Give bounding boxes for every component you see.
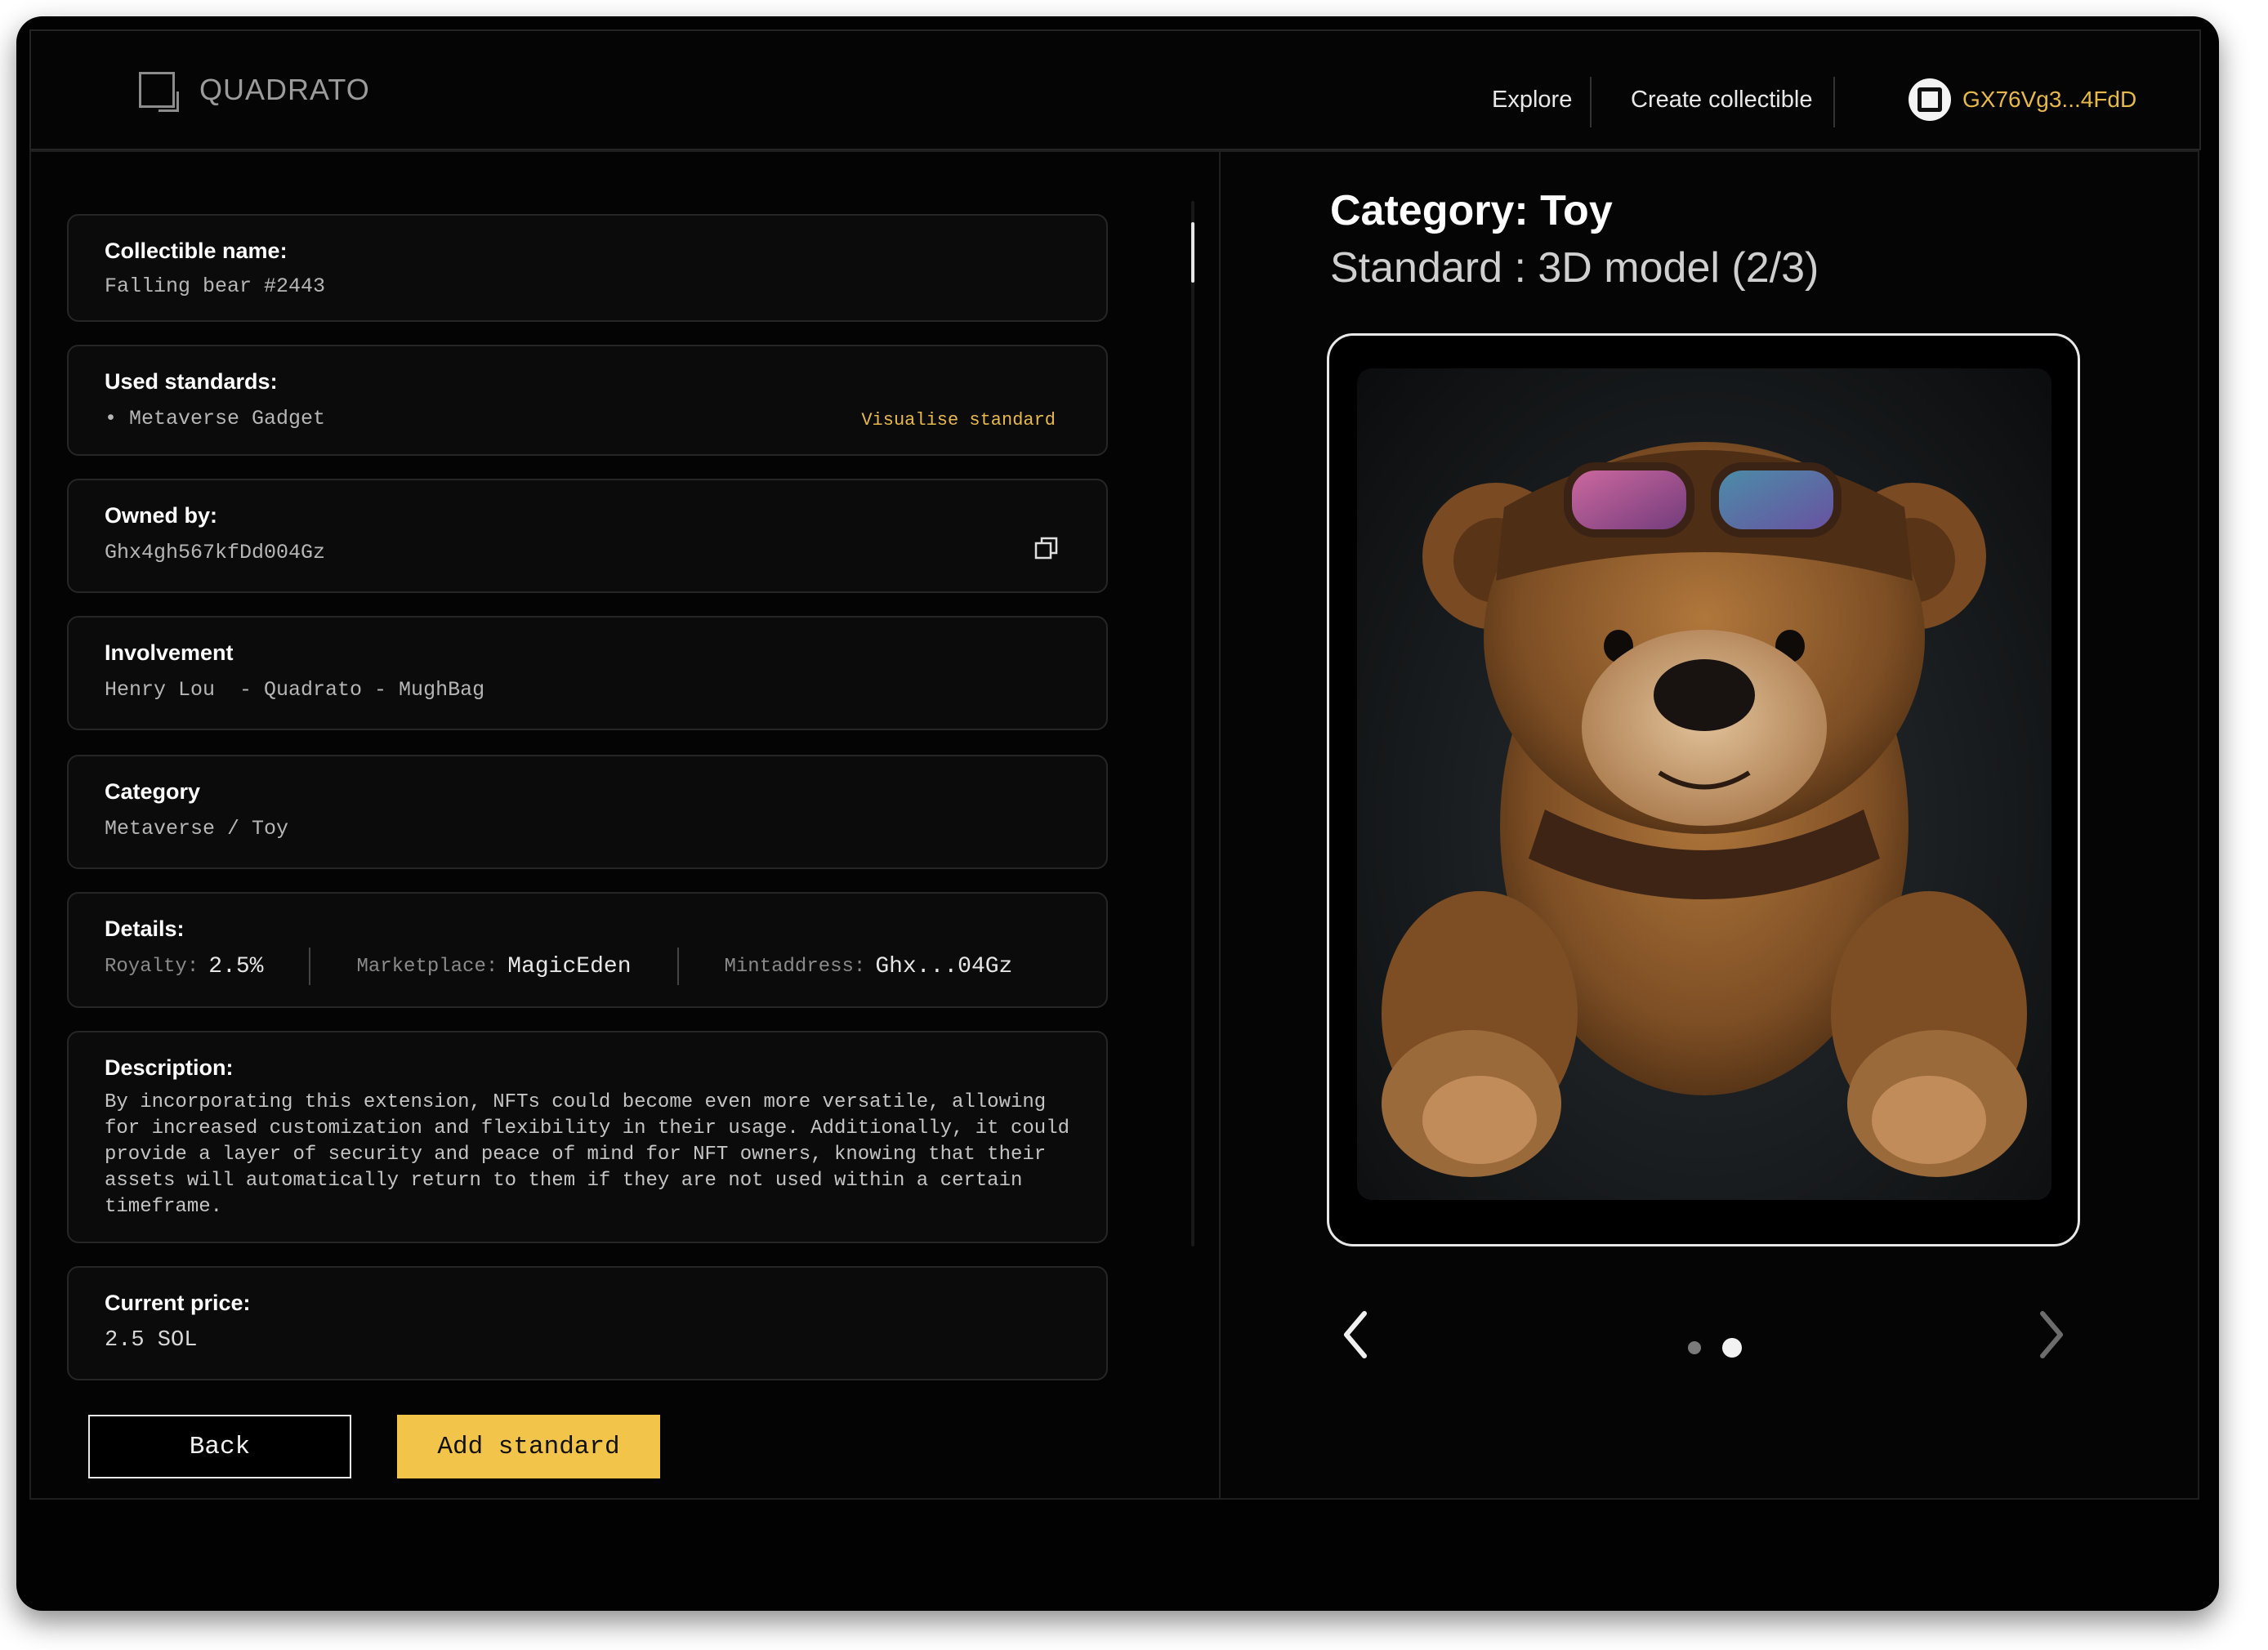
copy-icon[interactable] [1034, 536, 1059, 560]
marketplace-value: MagicEden [507, 953, 632, 979]
wallet-button[interactable]: GX76Vg3...4FdD [1909, 78, 2136, 121]
field-details: Details: Royalty: 2.5% Marketplace: Magi… [67, 892, 1108, 1008]
field-category: Category Metaverse / Toy [67, 755, 1108, 869]
field-label: Involvement [105, 640, 234, 665]
field-value: Falling bear #2443 [105, 274, 326, 298]
mintaddress-label: Mintaddress: [724, 955, 866, 978]
field-value: Metaverse / Toy [105, 817, 289, 841]
field-label: Collectible name: [105, 239, 288, 263]
back-button[interactable]: Back [88, 1415, 351, 1478]
royalty-value: 2.5% [208, 953, 264, 979]
wallet-address: GX76Vg3...4FdD [1962, 87, 2137, 112]
mintaddress-value: Ghx...04Gz [875, 953, 1013, 979]
quadrato-logo-icon [139, 72, 179, 112]
royalty-label: Royalty: [105, 955, 199, 978]
field-label: Details: [105, 916, 185, 941]
chevron-right-icon[interactable] [2038, 1310, 2065, 1359]
nav-divider [1833, 77, 1835, 127]
field-used-standards: Used standards: • Metaverse Gadget Visua… [67, 345, 1108, 456]
visualise-standard-link[interactable]: Visualise standard [861, 410, 1056, 430]
field-value: Henry Lou - Quadrato - MughBag [105, 678, 485, 702]
field-current-price: Current price: 2.5 SOL [67, 1266, 1108, 1380]
logo-text: QUADRATO [199, 73, 370, 106]
teddy-bear-illustration [1382, 442, 2027, 1177]
field-label: Description: [105, 1055, 234, 1080]
logo[interactable]: QUADRATO [139, 72, 370, 112]
chevron-left-icon[interactable] [1342, 1310, 1369, 1359]
add-standard-button[interactable]: Add standard [397, 1415, 660, 1478]
field-involvement: Involvement Henry Lou - Quadrato - MughB… [67, 616, 1108, 730]
description-text: By incorporating this extension, NFTs co… [105, 1091, 1069, 1218]
nav-create-collectible[interactable]: Create collectible [1631, 87, 1812, 114]
details-divider [309, 948, 311, 985]
carousel-dot[interactable] [1688, 1341, 1701, 1354]
collectible-image-frame [1327, 333, 2080, 1246]
field-label: Current price: [105, 1291, 251, 1315]
nav-explore[interactable]: Explore [1492, 87, 1572, 114]
marketplace-label: Marketplace: [356, 955, 498, 978]
field-collectible-name: Collectible name: Falling bear #2443 [67, 214, 1108, 322]
wallet-icon [1909, 78, 1951, 121]
top-bar: QUADRATO Explore Create collectible GX76… [29, 29, 2201, 150]
collectible-image [1357, 368, 2051, 1200]
nav-divider [1590, 77, 1592, 127]
standard-item: • Metaverse Gadget [105, 407, 326, 430]
preview-subtitle: Standard : 3D model (2/3) [1330, 244, 1819, 292]
app-window: QUADRATO Explore Create collectible GX76… [16, 16, 2219, 1611]
owner-address: Ghx4gh567kfDd004Gz [105, 541, 326, 564]
preview-panel: Category: Toy Standard : 3D model (2/3) [1219, 150, 2199, 1500]
preview-title: Category: Toy [1330, 187, 1613, 234]
field-label: Used standards: [105, 369, 278, 394]
details-row: Royalty: 2.5% Marketplace: MagicEden Min… [105, 948, 1070, 985]
field-description: Description: By incorporating this exten… [67, 1031, 1108, 1243]
carousel-dot-active[interactable] [1722, 1338, 1742, 1358]
field-label: Owned by: [105, 503, 218, 528]
details-panel: Collectible name: Falling bear #2443 Use… [29, 150, 1237, 1500]
field-label: Category [105, 779, 201, 804]
scrollbar-thumb[interactable] [1191, 222, 1194, 283]
details-divider [676, 948, 679, 985]
field-owned-by: Owned by: Ghx4gh567kfDd004Gz [67, 479, 1108, 593]
scrollbar[interactable] [1191, 201, 1194, 1246]
price-value: 2.5 SOL [105, 1328, 198, 1353]
